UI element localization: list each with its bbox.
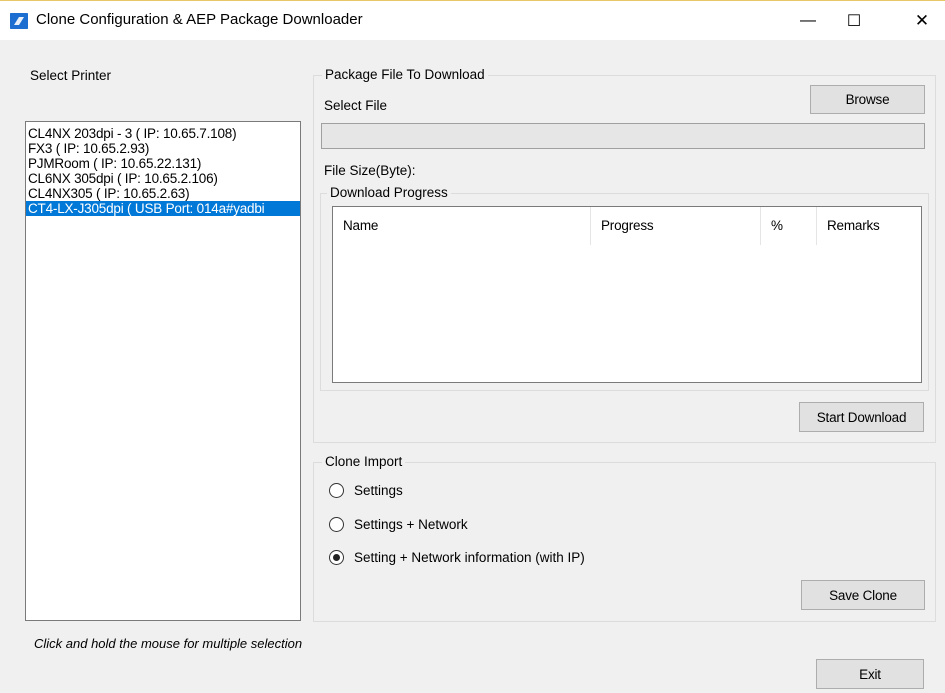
maximize-icon: ☐ [846, 13, 862, 30]
start-download-button[interactable]: Start Download [799, 402, 924, 432]
printer-list-item[interactable]: FX3 ( IP: 10.65.2.93) [26, 141, 300, 156]
multi-select-hint: Click and hold the mouse for multiple se… [34, 636, 303, 651]
browse-button[interactable]: Browse [810, 85, 925, 114]
radio-label: Setting + Network information (with IP) [354, 550, 585, 565]
minimize-button[interactable]: — [785, 1, 831, 41]
radio-label: Settings + Network [354, 517, 468, 532]
printer-listbox[interactable]: CL4NX 203dpi - 3 ( IP: 10.65.7.108) FX3 … [25, 121, 301, 621]
close-icon: ✕ [914, 11, 930, 30]
title-bar: Clone Configuration & AEP Package Downlo… [0, 0, 945, 40]
printer-list-item[interactable]: CL6NX 305dpi ( IP: 10.65.2.106) [26, 171, 300, 186]
printer-list-item-selected[interactable]: CT4-LX-J305dpi ( USB Port: 014a#yadbi [26, 201, 300, 216]
radio-settings[interactable]: Settings [329, 483, 403, 498]
package-file-legend: Package File To Download [322, 67, 488, 82]
close-button[interactable]: ✕ [899, 1, 945, 41]
download-progress-legend: Download Progress [327, 185, 451, 200]
column-header-percent[interactable]: % [761, 207, 817, 245]
window-title: Clone Configuration & AEP Package Downlo… [36, 11, 363, 28]
printer-list-item[interactable]: PJMRoom ( IP: 10.65.22.131) [26, 156, 300, 171]
radio-button-checked[interactable] [329, 550, 344, 565]
radio-settings-network-ip[interactable]: Setting + Network information (with IP) [329, 550, 585, 565]
radio-settings-network[interactable]: Settings + Network [329, 517, 468, 532]
app-logo-icon [10, 13, 28, 29]
printer-list-item[interactable]: CL4NX 203dpi - 3 ( IP: 10.65.7.108) [26, 126, 300, 141]
radio-button[interactable] [329, 483, 344, 498]
printer-list-item[interactable]: CL4NX305 ( IP: 10.65.2.63) [26, 186, 300, 201]
maximize-button[interactable]: ☐ [831, 1, 877, 41]
download-progress-list[interactable]: Name Progress % Remarks [332, 206, 922, 383]
radio-button[interactable] [329, 517, 344, 532]
select-file-label: Select File [324, 98, 388, 113]
minimize-icon: — [800, 12, 816, 29]
exit-button[interactable]: Exit [816, 659, 924, 689]
save-clone-button[interactable]: Save Clone [801, 580, 925, 610]
column-header-name[interactable]: Name [333, 207, 591, 245]
column-header-remarks[interactable]: Remarks [817, 207, 921, 245]
column-header-progress[interactable]: Progress [591, 207, 761, 245]
radio-dot-icon [333, 554, 340, 561]
download-progress-header: Name Progress % Remarks [333, 207, 921, 245]
clone-import-legend: Clone Import [322, 454, 406, 469]
file-size-label: File Size(Byte): [324, 163, 416, 178]
select-printer-label: Select Printer [30, 68, 112, 83]
radio-label: Settings [354, 483, 403, 498]
file-path-field[interactable] [321, 123, 925, 149]
